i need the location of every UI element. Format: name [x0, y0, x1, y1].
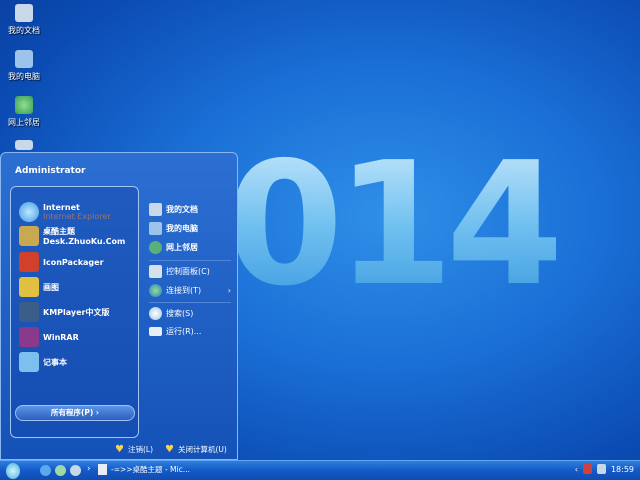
program-winrar[interactable]: WinRAR — [19, 327, 79, 347]
icon-label: 网上邻居 — [8, 118, 40, 127]
place-my-documents[interactable]: 我的文档 — [149, 203, 198, 216]
submenu-arrow-icon: › — [227, 286, 231, 295]
pinned-programs: Internet Internet Explorer 桌酷主题 Desk.ZhuoK… — [10, 186, 139, 438]
all-programs-button[interactable]: 所有程序(P) › — [15, 405, 135, 421]
desktop-icon[interactable] — [70, 465, 81, 476]
network-icon — [15, 96, 33, 114]
start-button[interactable] — [6, 463, 20, 479]
shutdown-icon: ♥ — [165, 444, 174, 455]
program-internet[interactable]: Internet Internet Explorer — [19, 202, 111, 222]
place-my-computer[interactable]: 我的电脑 — [149, 222, 198, 235]
program-sub: Desk.ZhuoKu.Com — [43, 237, 126, 246]
globe-icon[interactable] — [55, 465, 66, 476]
globe-icon — [149, 284, 162, 297]
documents-icon — [149, 203, 162, 216]
program-kmplayer[interactable]: KMPlayer中文版 — [19, 302, 110, 322]
computer-icon — [15, 50, 33, 68]
theme-icon — [19, 226, 39, 246]
taskbar-button-task[interactable]: -=>>桌酷主题 - Mic... — [98, 464, 190, 475]
icon-label: 我的电脑 — [8, 72, 40, 81]
desktop-icon-my-documents[interactable]: 我的文档 — [2, 4, 46, 36]
place-control-panel[interactable]: 控制面板(C) — [149, 265, 210, 278]
volume-icon[interactable] — [596, 464, 606, 474]
program-label: Internet — [43, 203, 80, 212]
winrar-icon — [19, 327, 39, 347]
desktop-icon-network[interactable]: 网上邻居 — [2, 96, 46, 128]
place-network[interactable]: 网上邻居 — [149, 241, 198, 254]
place-label: 我的电脑 — [166, 224, 198, 233]
program-notepad[interactable]: 记事本 — [19, 352, 67, 372]
logoff-label: 注销(L) — [127, 445, 153, 454]
program-label: 记事本 — [43, 357, 67, 367]
logoff-icon: ♥ — [115, 444, 124, 455]
iconpackager-icon — [19, 252, 39, 272]
place-connect-to[interactable]: 连接到(T) › — [149, 284, 231, 297]
system-tray: ‹ 18:59 — [575, 464, 634, 474]
tray-app-icon[interactable] — [582, 464, 592, 474]
task-label: -=>>桌酷主题 - Mic... — [111, 465, 190, 474]
run-icon — [149, 327, 162, 336]
place-label: 搜索(S) — [166, 309, 194, 318]
program-label: 桌酷主题 — [43, 227, 75, 236]
desktop-icon-my-computer[interactable]: 我的电脑 — [2, 50, 46, 82]
place-run[interactable]: 运行(R)... — [149, 326, 201, 337]
shutdown-button[interactable]: ♥ 关闭计算机(U) — [165, 444, 227, 455]
program-label: KMPlayer中文版 — [43, 307, 110, 317]
tray-expand-icon[interactable]: ‹ — [575, 465, 578, 474]
computer-icon — [149, 222, 162, 235]
logoff-button[interactable]: ♥ 注销(L) — [115, 444, 153, 455]
clock[interactable]: 18:59 — [611, 465, 634, 474]
place-label: 控制面板(C) — [166, 267, 210, 276]
kmplayer-icon — [19, 302, 39, 322]
icon-label: 我的文档 — [8, 26, 40, 35]
quicklaunch-chevron-icon[interactable]: › — [87, 464, 91, 474]
place-label: 网上邻居 — [166, 243, 198, 252]
program-label: WinRAR — [43, 332, 79, 342]
recycle-bin-icon — [15, 140, 33, 150]
divider — [149, 302, 231, 303]
place-label: 我的文档 — [166, 205, 198, 214]
ie-icon — [19, 202, 39, 222]
search-icon — [149, 307, 162, 320]
notepad-icon — [19, 352, 39, 372]
start-menu: Administrator Internet Internet Explorer … — [0, 152, 238, 460]
place-label: 运行(R)... — [166, 327, 202, 336]
documents-icon — [15, 4, 33, 22]
taskbar: › -=>>桌酷主题 - Mic... ‹ 18:59 — [0, 460, 640, 480]
user-name: Administrator — [15, 166, 86, 176]
control-panel-icon — [149, 265, 162, 278]
shutdown-label: 关闭计算机(U) — [177, 445, 227, 454]
program-label: 画图 — [43, 282, 59, 292]
divider — [149, 260, 231, 261]
program-iconpackager[interactable]: IconPackager — [19, 252, 104, 272]
program-zhuoku[interactable]: 桌酷主题 Desk.ZhuoKu.Com — [19, 226, 125, 246]
ie-icon[interactable] — [40, 465, 51, 476]
document-icon — [98, 464, 107, 475]
network-icon — [149, 241, 162, 254]
place-search[interactable]: 搜索(S) — [149, 307, 193, 320]
place-label: 连接到(T) — [166, 286, 202, 295]
paint-icon — [19, 277, 39, 297]
program-paint[interactable]: 画图 — [19, 277, 59, 297]
program-label: IconPackager — [43, 257, 104, 267]
program-sub: Internet Explorer — [43, 212, 111, 221]
